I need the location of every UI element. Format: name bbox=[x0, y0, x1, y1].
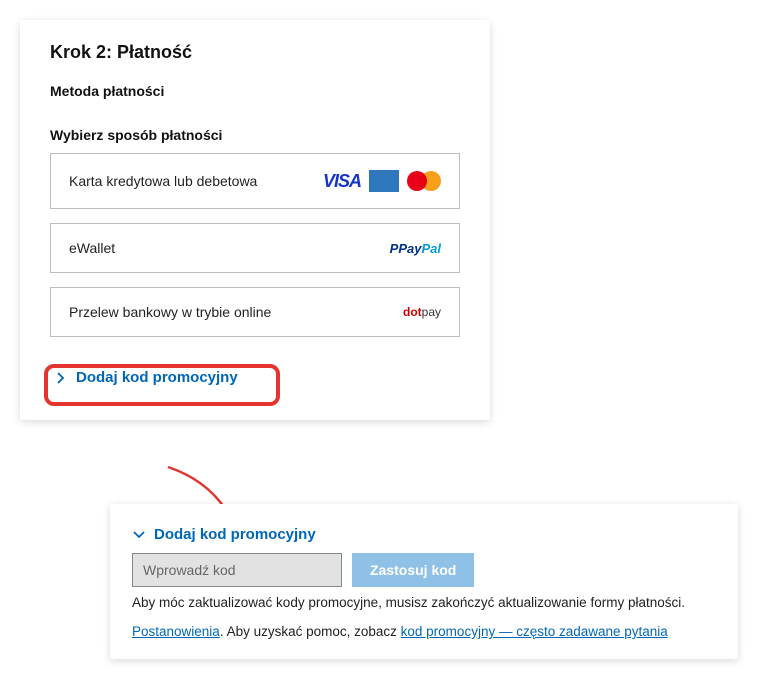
amex-icon bbox=[369, 170, 399, 192]
payment-step-panel: Krok 2: Płatność Metoda płatności Wybier… bbox=[20, 20, 490, 420]
banktransfer-logos: dotpay bbox=[403, 305, 441, 319]
choose-method-label: Wybierz sposób płatności bbox=[50, 127, 460, 143]
payment-option-banktransfer[interactable]: Przelew bankowy w trybie online dotpay bbox=[50, 287, 460, 337]
visa-icon: VISA bbox=[323, 171, 361, 192]
promo-expanded-panel: Dodaj kod promocyjny Zastosuj kod Aby mó… bbox=[110, 504, 738, 659]
promo-terms-line: Postanowienia. Aby uzyskać pomoc, zobacz… bbox=[132, 624, 716, 639]
payment-option-ewallet[interactable]: eWallet PPayPal bbox=[50, 223, 460, 273]
add-promo-toggle-collapsed[interactable]: Dodaj kod promocyjny bbox=[44, 363, 248, 392]
chevron-right-icon bbox=[54, 371, 68, 385]
step-title: Krok 2: Płatność bbox=[50, 42, 460, 63]
terms-link[interactable]: Postanowienia bbox=[132, 624, 220, 639]
add-promo-toggle-expanded[interactable]: Dodaj kod promocyjny bbox=[132, 526, 716, 543]
payment-option-label: eWallet bbox=[69, 240, 115, 256]
promo-input-row: Zastosuj kod bbox=[132, 553, 716, 587]
dotpay-icon: dotpay bbox=[403, 305, 441, 319]
payment-option-card[interactable]: Karta kredytowa lub debetowa VISA bbox=[50, 153, 460, 209]
promo-toggle-label: Dodaj kod promocyjny bbox=[154, 526, 316, 543]
payment-option-label: Przelew bankowy w trybie online bbox=[69, 304, 271, 320]
terms-text: . Aby uzyskać pomoc, zobacz bbox=[220, 624, 401, 639]
promo-code-input[interactable] bbox=[132, 553, 342, 587]
chevron-down-icon bbox=[132, 528, 146, 542]
card-logos: VISA bbox=[323, 170, 441, 192]
apply-promo-button[interactable]: Zastosuj kod bbox=[352, 553, 474, 587]
promo-update-note: Aby móc zaktualizować kody promocyjne, m… bbox=[132, 595, 716, 610]
ewallet-logos: PPayPal bbox=[390, 241, 441, 256]
mastercard-icon bbox=[407, 170, 441, 192]
promo-faq-link[interactable]: kod promocyjny — często zadawane pytania bbox=[401, 624, 668, 639]
payment-method-heading: Metoda płatności bbox=[50, 83, 460, 99]
promo-toggle-label: Dodaj kod promocyjny bbox=[76, 369, 238, 386]
payment-option-label: Karta kredytowa lub debetowa bbox=[69, 173, 257, 189]
paypal-icon: PPayPal bbox=[390, 241, 441, 256]
